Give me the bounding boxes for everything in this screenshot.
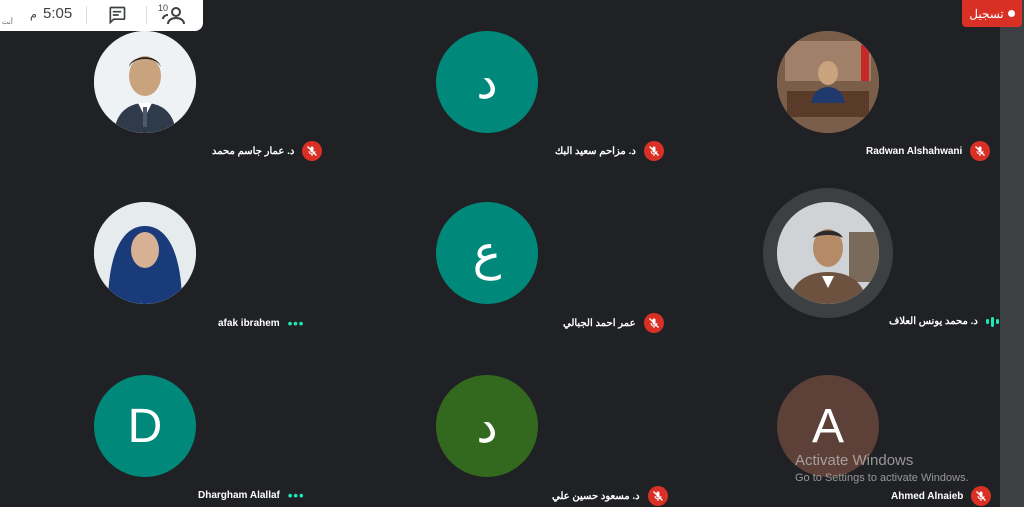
meeting-time: 5:05 <box>43 5 73 22</box>
participant-avatar <box>777 31 879 133</box>
participant-name-row: afak ibrahem ••• <box>218 316 304 331</box>
record-dot-icon <box>1007 10 1015 17</box>
mic-off-icon[interactable] <box>302 141 323 161</box>
avatar-letter: ع <box>472 227 502 280</box>
watermark-subtitle: Go to Settings to activate Windows. <box>795 472 969 484</box>
participant-avatar <box>777 202 879 304</box>
participant-avatar: D <box>94 375 196 477</box>
participant-name: عمر احمد الجبالي <box>563 317 636 329</box>
speaking-indicator-icon <box>985 316 999 327</box>
mic-off-icon[interactable] <box>970 141 991 161</box>
avatar-letter: A <box>811 399 844 453</box>
person-photo-icon <box>94 202 196 304</box>
participant-name: afak ibrahem <box>218 318 280 329</box>
avatar-letter: D <box>127 399 163 453</box>
participant-name-row: Radwan Alshahwani <box>866 141 991 161</box>
participant-name-row: د. محمد يونس العلاف <box>889 316 999 327</box>
side-strip <box>1000 0 1024 507</box>
more-options-icon[interactable]: ••• <box>288 488 305 503</box>
participant-name-row: عمر احمد الجبالي <box>563 313 664 333</box>
participant-avatar: ع <box>436 202 538 304</box>
participant-avatar: د <box>436 375 538 477</box>
participant-name: Radwan Alshahwani <box>866 145 963 157</box>
recording-label: تسجيل <box>969 6 1004 21</box>
participant-name: د. مزاحم سعيد البك <box>555 145 636 157</box>
participant-name-row: Dhargham Alallaf ••• <box>198 488 305 503</box>
participant-avatar <box>94 202 196 304</box>
activate-windows-watermark: Activate Windows Go to Settings to activ… <box>795 452 969 484</box>
participant-name-row: Ahmed Alnaieb <box>891 486 992 506</box>
person-photo-icon <box>777 31 879 133</box>
chat-icon[interactable] <box>107 5 127 25</box>
participant-name: د. محمد يونس العلاف <box>889 316 978 327</box>
watermark-title: Activate Windows <box>795 452 914 469</box>
time-period: م <box>30 9 37 21</box>
mic-off-icon[interactable] <box>647 486 668 506</box>
meeting-info-panel: أنت م 5:05 10 <box>0 0 203 31</box>
mic-off-icon[interactable] <box>643 141 664 161</box>
person-photo-icon <box>94 31 196 133</box>
participant-avatar: د <box>436 31 538 133</box>
participant-name-row: د. مزاحم سعيد البك <box>555 141 664 161</box>
divider <box>86 6 87 24</box>
mic-off-icon[interactable] <box>971 486 992 506</box>
mic-off-icon[interactable] <box>643 313 664 333</box>
participant-name-row: د. مسعود حسين علي <box>552 486 668 506</box>
more-options-icon[interactable]: ••• <box>288 316 305 331</box>
participant-name: Ahmed Alnaieb <box>891 490 964 502</box>
recording-badge[interactable]: تسجيل <box>962 0 1022 27</box>
avatar-letter: د <box>476 400 498 453</box>
participant-name-row: د. عمار جاسم محمد <box>212 141 323 161</box>
people-icon[interactable] <box>160 5 186 25</box>
avatar-letter: د <box>476 56 498 109</box>
participant-name: د. مسعود حسين علي <box>552 490 640 502</box>
divider <box>146 6 147 24</box>
participant-name: د. عمار جاسم محمد <box>212 145 295 157</box>
you-label: أنت <box>2 19 13 26</box>
person-photo-icon <box>777 202 879 304</box>
participant-avatar <box>94 31 196 133</box>
participant-name: Dhargham Alallaf <box>198 490 280 501</box>
